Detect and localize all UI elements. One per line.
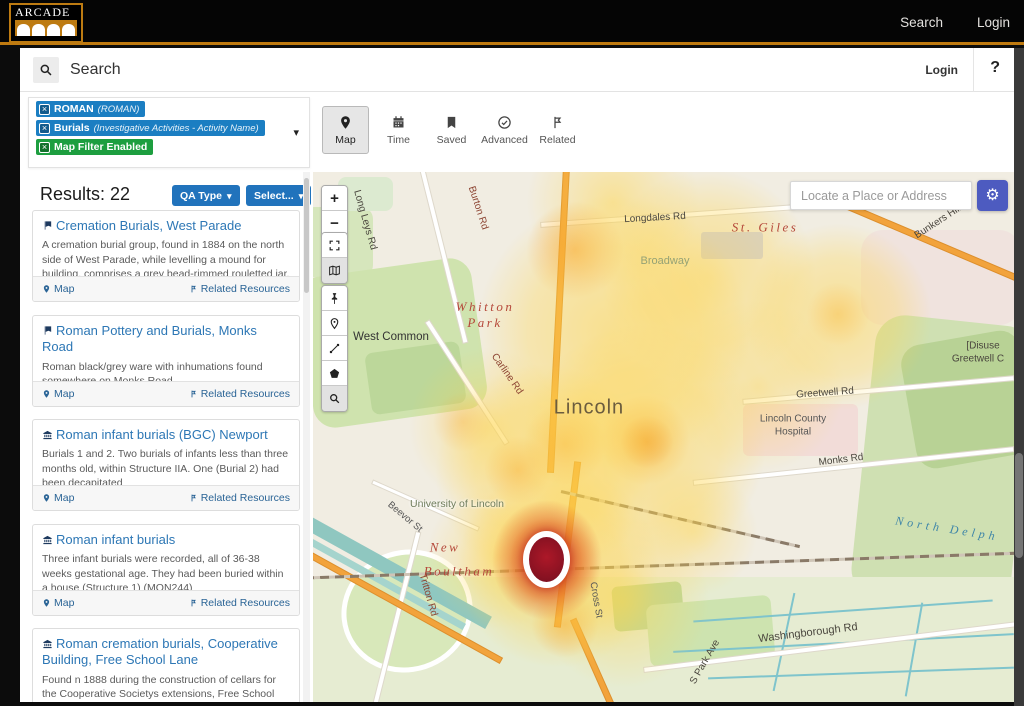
map-green-area bbox=[364, 341, 467, 416]
result-card[interactable]: Roman cremation burials, Cooperative Bui… bbox=[32, 628, 300, 702]
flag-icon bbox=[42, 325, 53, 336]
pushpin-icon[interactable] bbox=[322, 286, 347, 311]
map-road-longdales bbox=[541, 205, 796, 227]
check-circle-icon bbox=[497, 115, 512, 130]
tab-time[interactable]: Time bbox=[375, 106, 422, 154]
map-search-icon[interactable] bbox=[322, 386, 347, 411]
topnav-login-link[interactable]: Login bbox=[977, 15, 1010, 30]
filter-tag-map-filter[interactable]: Map Filter Enabled bbox=[36, 139, 153, 155]
remove-filter-icon[interactable] bbox=[39, 123, 50, 134]
map-pin-icon bbox=[42, 389, 51, 399]
result-card[interactable]: Roman infant burials (BGC) Newport Buria… bbox=[32, 419, 300, 511]
help-button[interactable]: ? bbox=[990, 59, 1000, 77]
map-label-broadway: Broadway bbox=[641, 255, 690, 267]
map-pin-icon bbox=[42, 493, 51, 503]
expand-icon[interactable] bbox=[322, 233, 347, 258]
related-resources-link[interactable]: Related Resources bbox=[189, 492, 290, 504]
tab-map[interactable]: Map bbox=[322, 106, 369, 154]
map-canvas[interactable]: Burton Rd Long Leys Rd Longdales Rd St. … bbox=[313, 172, 1014, 702]
map-road-beevor bbox=[372, 481, 478, 531]
result-card[interactable]: Roman Pottery and Burials, Monks Road Ro… bbox=[32, 315, 300, 407]
locate-address-input[interactable] bbox=[790, 181, 972, 210]
result-title-link[interactable]: Cremation Burials, West Parade bbox=[42, 218, 290, 234]
gear-icon: ⚙ bbox=[985, 187, 999, 204]
filter-tag-burials[interactable]: Burials (Investigative Activities - Acti… bbox=[36, 120, 265, 136]
map-link[interactable]: Map bbox=[42, 492, 74, 504]
arcade-arches-icon bbox=[15, 20, 77, 36]
calendar-icon bbox=[391, 115, 406, 130]
tab-advanced[interactable]: Advanced bbox=[481, 106, 528, 154]
qa-type-dropdown[interactable]: QA Type bbox=[172, 185, 240, 206]
results-count: Results: 22 bbox=[40, 184, 130, 205]
chevron-down-icon bbox=[227, 190, 232, 202]
remove-filter-icon[interactable] bbox=[39, 104, 50, 115]
zoom-in-button[interactable]: + bbox=[322, 186, 347, 211]
map-railway bbox=[561, 490, 800, 548]
place-marker-icon[interactable] bbox=[322, 311, 347, 336]
tab-related[interactable]: Related bbox=[534, 106, 581, 154]
main-content: Login ? ROMAN (ROMAN) Burials (Investiga… bbox=[20, 48, 1014, 702]
flag-icon bbox=[42, 220, 53, 231]
related-resources-link[interactable]: Related Resources bbox=[189, 283, 290, 295]
map-label-carline-rd: Carline Rd bbox=[489, 351, 525, 396]
result-card[interactable]: Cremation Burials, West Parade A cremati… bbox=[32, 210, 300, 302]
search-bar: Login ? bbox=[20, 48, 1014, 92]
milestone-flag-icon bbox=[550, 115, 565, 130]
map-link[interactable]: Map bbox=[42, 388, 74, 400]
milestone-flag-icon bbox=[189, 598, 198, 608]
searchbar-login-button[interactable]: Login bbox=[925, 63, 958, 77]
milestone-flag-icon bbox=[189, 493, 198, 503]
result-title-link[interactable]: Roman cremation burials, Cooperative Bui… bbox=[42, 636, 290, 669]
brand-name: ARCADE bbox=[15, 6, 77, 19]
active-filters-panel: ROMAN (ROMAN) Burials (Investigative Act… bbox=[28, 97, 310, 168]
map-settings-gear-button[interactable]: ⚙ bbox=[977, 180, 1008, 211]
milestone-flag-icon bbox=[189, 284, 198, 294]
bank-icon bbox=[42, 638, 53, 649]
map-label-burton-rd: Burton Rd bbox=[466, 185, 490, 231]
measure-line-icon[interactable] bbox=[322, 336, 347, 361]
bank-icon bbox=[42, 429, 53, 440]
map-pin-icon bbox=[338, 115, 353, 130]
polygon-icon[interactable] bbox=[322, 361, 347, 386]
page-scrollbar[interactable] bbox=[1014, 48, 1024, 706]
bank-icon bbox=[42, 534, 53, 545]
result-description: Found n 1888 during the construction of … bbox=[42, 673, 290, 703]
search-icon[interactable] bbox=[33, 57, 59, 83]
map-pin-icon bbox=[42, 284, 51, 294]
filters-dropdown-caret-icon[interactable] bbox=[293, 126, 299, 139]
zoom-controls: + − bbox=[321, 185, 348, 237]
map-link[interactable]: Map bbox=[42, 597, 74, 609]
map-link[interactable]: Map bbox=[42, 283, 74, 295]
bookmark-icon bbox=[444, 115, 459, 130]
map-road-high-st bbox=[548, 172, 569, 472]
overview-map-icon[interactable] bbox=[322, 258, 347, 283]
remove-filter-icon[interactable] bbox=[39, 142, 50, 153]
page-scrollbar-thumb[interactable] bbox=[1015, 453, 1023, 558]
milestone-flag-icon bbox=[189, 389, 198, 399]
tab-saved[interactable]: Saved bbox=[428, 106, 475, 154]
related-resources-link[interactable]: Related Resources bbox=[189, 597, 290, 609]
divider bbox=[973, 48, 974, 92]
arcade-logo[interactable]: ARCADE bbox=[9, 3, 83, 43]
map-label-beevor-st: Beevor St bbox=[385, 499, 424, 534]
map-pin-icon bbox=[42, 598, 51, 608]
result-title-link[interactable]: Roman Pottery and Burials, Monks Road bbox=[42, 323, 290, 356]
draw-tools bbox=[321, 285, 348, 412]
result-card[interactable]: Roman infant burials Three infant burial… bbox=[32, 524, 300, 616]
top-bar: ARCADE Search Login bbox=[0, 0, 1024, 45]
result-title-link[interactable]: Roman infant burials (BGC) Newport bbox=[42, 427, 290, 443]
map-view-controls bbox=[321, 232, 348, 284]
map-hospital-area bbox=[743, 404, 858, 456]
map-building bbox=[701, 232, 763, 259]
related-resources-link[interactable]: Related Resources bbox=[189, 388, 290, 400]
topnav-search-link[interactable]: Search bbox=[900, 15, 943, 30]
select-dropdown[interactable]: Select... bbox=[246, 185, 311, 206]
map-label-lincoln: Lincoln bbox=[554, 397, 624, 420]
view-tabs: Map Time Saved Advanced Related bbox=[322, 106, 581, 154]
result-title-link[interactable]: Roman infant burials bbox=[42, 532, 290, 548]
search-input[interactable] bbox=[70, 56, 670, 84]
results-scrollbar-thumb[interactable] bbox=[304, 178, 309, 293]
filter-tag-roman[interactable]: ROMAN (ROMAN) bbox=[36, 101, 145, 117]
results-scrollbar[interactable] bbox=[303, 172, 310, 702]
